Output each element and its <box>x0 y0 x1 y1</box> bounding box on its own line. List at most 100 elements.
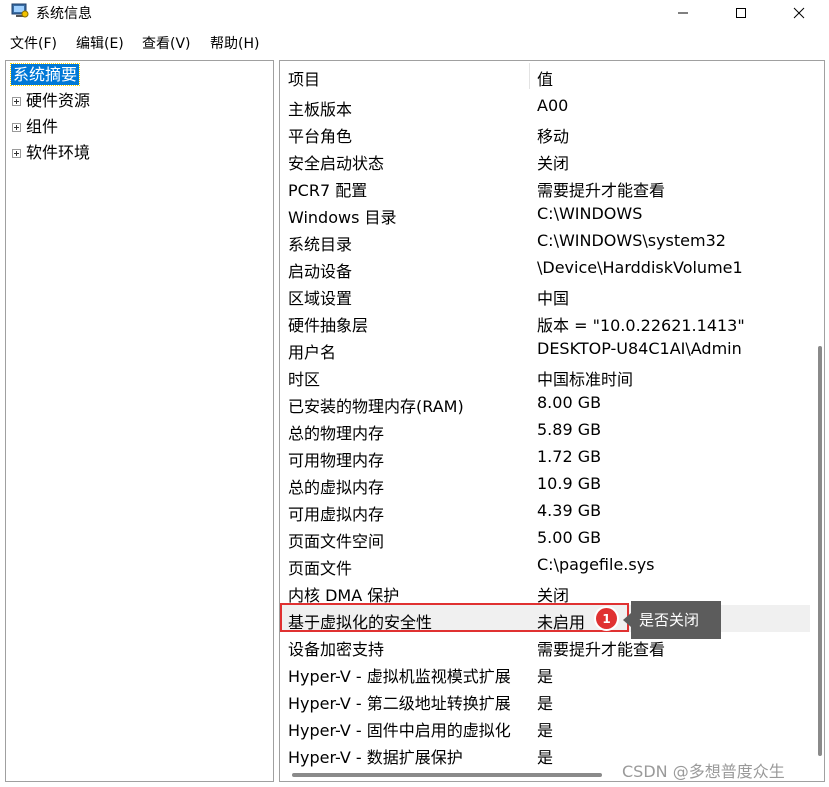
row-value-cell: A00 <box>537 96 569 115</box>
table-row[interactable]: Hyper-V - 第二级地址转换扩展 是 <box>280 686 810 713</box>
table-row[interactable]: 用户名 DESKTOP-U84C1AI\Admin <box>280 335 810 362</box>
maximize-button[interactable] <box>718 0 764 26</box>
tree-item-components[interactable]: 组件 <box>12 116 58 138</box>
tree-item-label: 软件环境 <box>26 143 91 162</box>
table-row[interactable]: 时区 中国标准时间 <box>280 362 810 389</box>
row-item-cell: Hyper-V - 固件中启用的虚拟化 <box>288 721 511 740</box>
row-value-cell: C:\WINDOWS <box>537 204 643 223</box>
menu-file[interactable]: 文件(F) <box>10 33 57 53</box>
row-value-cell: 需要提升才能查看 <box>537 181 666 200</box>
menu-edit[interactable]: 编辑(E) <box>76 33 124 53</box>
row-value-cell: 5.00 GB <box>537 528 602 547</box>
row-item-cell: 总的虚拟内存 <box>288 478 385 497</box>
table-row[interactable]: 平台角色 移动 <box>280 119 810 146</box>
expand-icon[interactable] <box>12 148 21 158</box>
tree-item-label: 硬件资源 <box>26 91 91 110</box>
row-item-cell: PCR7 配置 <box>288 181 368 200</box>
system-info-app-icon <box>11 3 29 18</box>
close-icon <box>793 7 805 19</box>
row-value-cell: 是 <box>537 694 554 713</box>
tree-item-software-environment[interactable]: 软件环境 <box>12 142 90 164</box>
table-row[interactable]: 启动设备 \Device\HarddiskVolume1 <box>280 254 810 281</box>
annotation-badge: 1 <box>596 608 617 629</box>
row-item-cell: Windows 目录 <box>288 208 397 227</box>
table-row[interactable]: PCR7 配置 需要提升才能查看 <box>280 173 810 200</box>
row-value-cell: 10.9 GB <box>537 474 602 493</box>
table-row[interactable]: 总的虚拟内存 10.9 GB <box>280 470 810 497</box>
row-item-cell: 平台角色 <box>288 127 353 146</box>
row-item-cell: Hyper-V - 数据扩展保护 <box>288 748 463 767</box>
row-item-cell: 主板版本 <box>288 100 353 119</box>
row-item-cell: 设备加密支持 <box>288 640 385 659</box>
row-value-cell: 是 <box>537 667 554 686</box>
maximize-icon <box>736 8 746 18</box>
table-row[interactable]: 可用虚拟内存 4.39 GB <box>280 497 810 524</box>
menu-bar: 文件(F) 编辑(E) 查看(V) 帮助(H) <box>0 30 829 52</box>
row-value-cell: 版本 = "10.0.22621.1413" <box>537 316 745 335</box>
row-value-cell: 1.72 GB <box>537 447 602 466</box>
row-item-cell: 总的物理内存 <box>288 424 385 443</box>
row-value-cell: 移动 <box>537 127 570 146</box>
row-item-cell: 硬件抽象层 <box>288 316 369 335</box>
row-item-cell: Hyper-V - 第二级地址转换扩展 <box>288 694 511 713</box>
table-row[interactable]: 主板版本 A00 <box>280 92 810 119</box>
row-item-cell: 可用物理内存 <box>288 451 385 470</box>
table-row[interactable]: Hyper-V - 虚拟机监视模式扩展 是 <box>280 659 810 686</box>
horizontal-scrollbar[interactable] <box>292 773 602 777</box>
row-item-cell: 可用虚拟内存 <box>288 505 385 524</box>
row-value-cell: 4.39 GB <box>537 501 602 520</box>
category-tree: 系统摘要 硬件资源 组件 软件环境 <box>5 60 274 782</box>
column-header-value[interactable]: 值 <box>537 66 553 90</box>
row-value-cell: 8.00 GB <box>537 393 602 412</box>
row-value-cell: 5.89 GB <box>537 420 602 439</box>
table-row[interactable]: 可用物理内存 1.72 GB <box>280 443 810 470</box>
row-item-cell: 已安装的物理内存(RAM) <box>288 397 464 416</box>
row-item-cell: 安全启动状态 <box>288 154 385 173</box>
table-row[interactable]: 已安装的物理内存(RAM) 8.00 GB <box>280 389 810 416</box>
expand-icon[interactable] <box>12 96 21 106</box>
tree-item-hardware-resources[interactable]: 硬件资源 <box>12 90 90 112</box>
row-item-cell: 页面文件空间 <box>288 532 385 551</box>
expand-icon[interactable] <box>12 122 21 132</box>
table-row[interactable]: 页面文件 C:\pagefile.sys <box>280 551 810 578</box>
table-row[interactable]: 区域设置 中国 <box>280 281 810 308</box>
table-row[interactable]: 页面文件空间 5.00 GB <box>280 524 810 551</box>
row-item-cell: 启动设备 <box>288 262 353 281</box>
row-item-cell: 时区 <box>288 370 321 389</box>
annotation-tooltip: 是否关闭 <box>623 601 721 639</box>
highlight-box <box>280 603 629 632</box>
vertical-scrollbar[interactable] <box>818 346 822 756</box>
row-value-cell: C:\WINDOWS\system32 <box>537 231 726 250</box>
row-value-cell: 关闭 <box>537 154 570 173</box>
close-button[interactable] <box>776 0 822 26</box>
table-row[interactable]: 系统目录 C:\WINDOWS\system32 <box>280 227 810 254</box>
column-header-row: 项目 值 <box>280 61 810 91</box>
table-row[interactable]: 安全启动状态 关闭 <box>280 146 810 173</box>
menu-help[interactable]: 帮助(H) <box>210 33 259 53</box>
row-value-cell: \Device\HarddiskVolume1 <box>537 258 743 277</box>
table-row[interactable]: 总的物理内存 5.89 GB <box>280 416 810 443</box>
table-row[interactable]: Hyper-V - 固件中启用的虚拟化 是 <box>280 713 810 740</box>
column-divider[interactable] <box>529 63 530 89</box>
table-row[interactable]: 内核 DMA 保护 关闭 <box>280 578 810 605</box>
row-value-cell: C:\pagefile.sys <box>537 555 655 574</box>
table-row[interactable]: Windows 目录 C:\WINDOWS <box>280 200 810 227</box>
menu-view[interactable]: 查看(V) <box>142 33 191 53</box>
tree-item-system-summary[interactable]: 系统摘要 <box>9 63 81 86</box>
row-item-cell: 用户名 <box>288 343 337 362</box>
watermark: CSDN @多想普度众生 <box>622 762 785 781</box>
details-list[interactable]: 项目 值 主板版本 A00 平台角色 移动安全启动状态 关闭 PCR7 配置 需要提升才能查… <box>279 60 825 782</box>
row-value-cell: 中国 <box>537 289 570 308</box>
column-header-item[interactable]: 项目 <box>288 66 320 90</box>
title-bar: 系统信息 <box>0 0 829 26</box>
table-row[interactable]: 硬件抽象层 版本 = "10.0.22621.1413" <box>280 308 810 335</box>
window-title: 系统信息 <box>36 6 92 22</box>
minimize-icon <box>678 12 688 14</box>
row-item-cell: Hyper-V - 虚拟机监视模式扩展 <box>288 667 511 686</box>
row-value-cell: DESKTOP-U84C1AI\Admin <box>537 339 742 358</box>
row-value-cell: 中国标准时间 <box>537 370 634 389</box>
row-item-cell: 页面文件 <box>288 559 353 578</box>
minimize-button[interactable] <box>660 0 706 26</box>
table-row[interactable]: 设备加密支持 需要提升才能查看 <box>280 632 810 659</box>
row-item-cell: 系统目录 <box>288 235 353 254</box>
